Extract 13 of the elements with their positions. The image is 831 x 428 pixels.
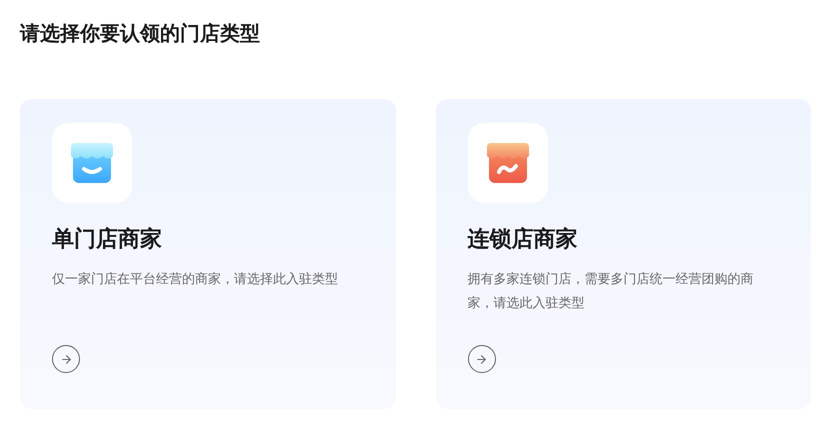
- card-description: 仅一家门店在平台经营的商家，请选择此入驻类型: [52, 270, 339, 288]
- arrow-button[interactable]: [468, 345, 496, 373]
- card-title: 单门店商家: [52, 225, 163, 253]
- store-type-card[interactable]: 单门店商家 仅一家门店在平台经营的商家，请选择此入驻类型: [20, 99, 396, 409]
- arrow-right-icon: [60, 352, 72, 366]
- page-title: 请选择你要认领的门店类型: [20, 22, 261, 47]
- store-type-card[interactable]: 连锁店商家 拥有多家连锁门店，需要多门店统一经营团购的商家，请选此入驻类型: [436, 99, 811, 409]
- arrow-right-icon: [475, 352, 488, 366]
- store-icon: [486, 141, 530, 185]
- store-icon: [70, 141, 114, 185]
- card-title: 连锁店商家: [468, 225, 578, 253]
- card-description: 拥有多家连锁门店，需要多门店统一经营团购的商家，请选此入驻类型: [468, 270, 754, 312]
- arrow-button[interactable]: [52, 345, 80, 373]
